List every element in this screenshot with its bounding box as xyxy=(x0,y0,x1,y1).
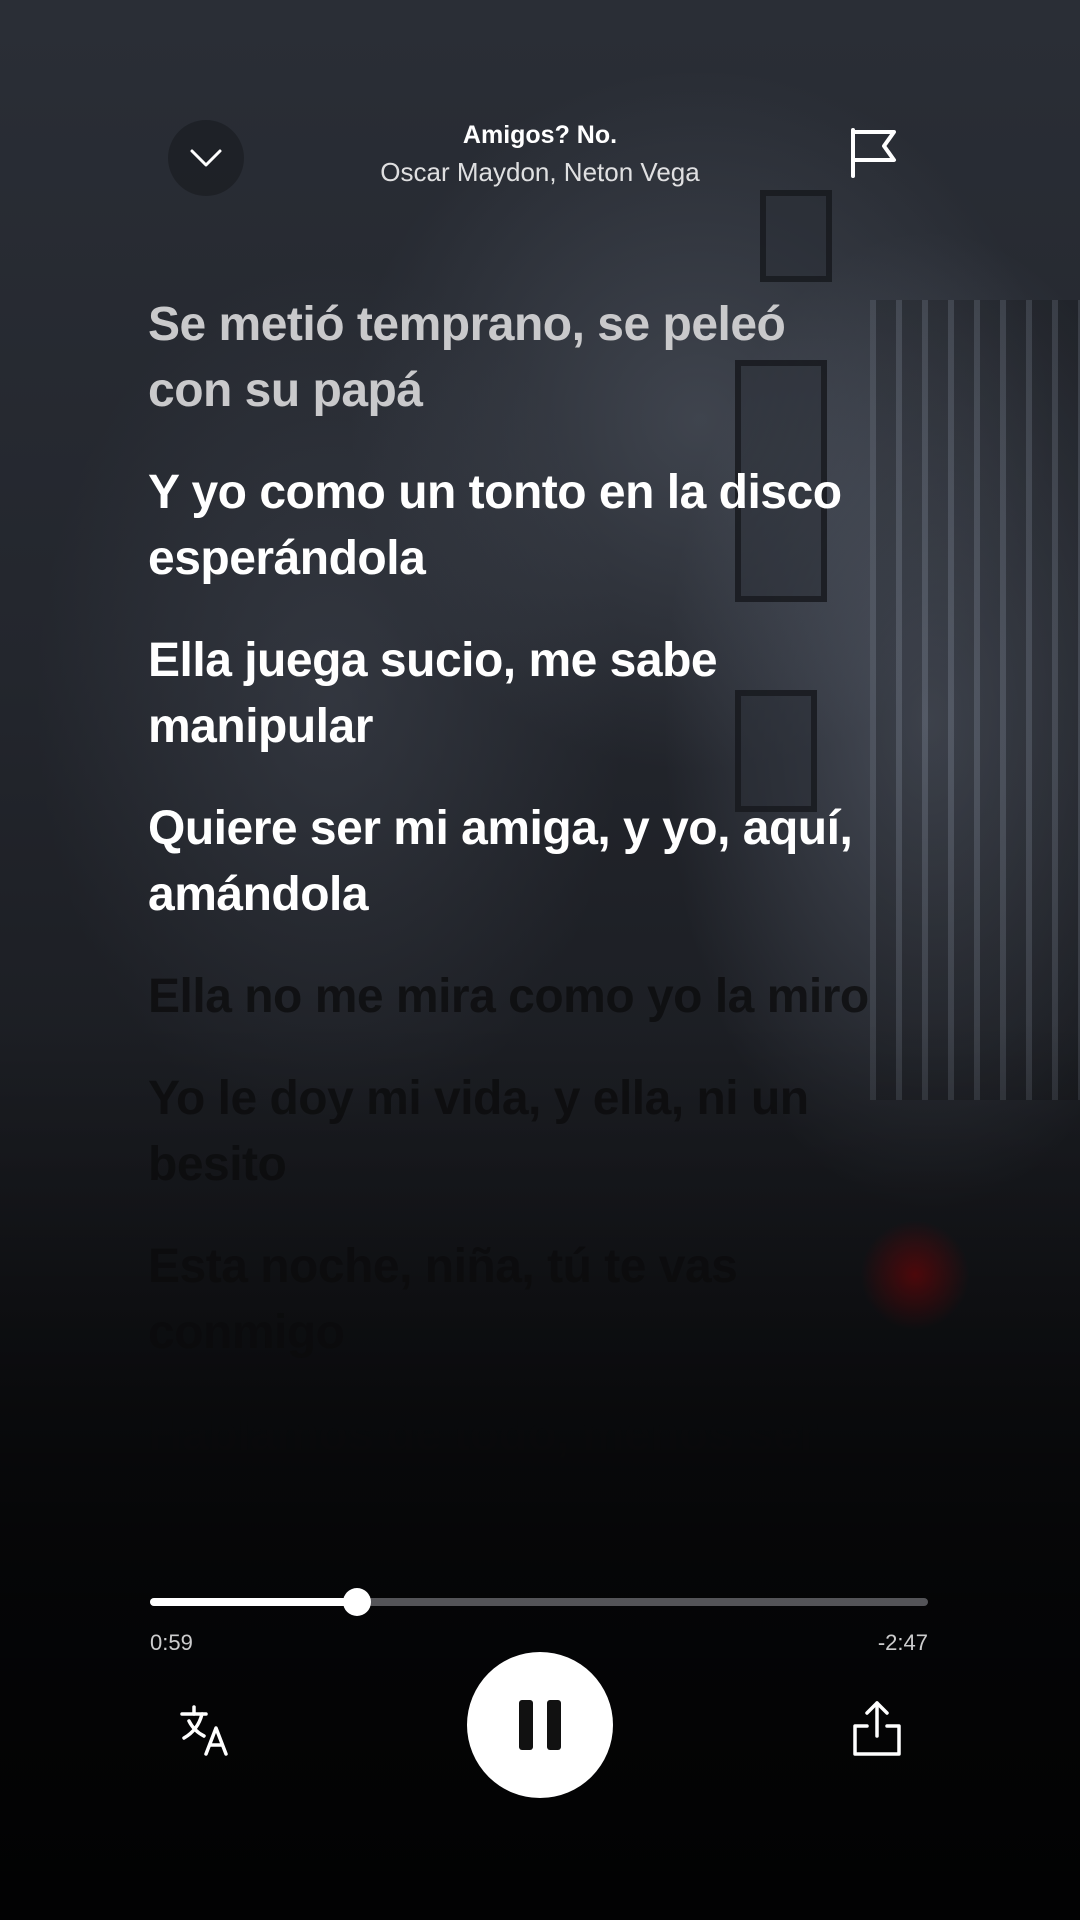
chevron-down-icon xyxy=(190,149,222,167)
pause-icon xyxy=(512,1700,568,1750)
song-title: Amigos? No. xyxy=(462,121,618,149)
lyric-text: Ella no me mira como yo la miro xyxy=(148,970,869,1023)
lyric-text: Hablamos de todo, menos ser xyxy=(148,1408,818,1461)
progress-bar[interactable] xyxy=(150,1588,928,1616)
lyrics-list: Se metió temprano, se peleó con su papá Y … xyxy=(148,292,948,1504)
lyric-text: conmigo xyxy=(148,1306,345,1359)
translate-icon xyxy=(180,1705,228,1756)
lyric-text: manipular xyxy=(148,700,373,753)
lyric-text: amándola xyxy=(148,868,369,921)
collapse-button[interactable] xyxy=(168,120,244,196)
lyrics-header: Amigos? No. Oscar Maydon, Neton Vega xyxy=(0,0,1080,220)
lyric-text: Ella juega sucio, me sabe xyxy=(148,634,718,687)
share-button[interactable] xyxy=(850,1698,904,1758)
lyric-line-7[interactable]: Esta noche, niña, tú te vas conmigo xyxy=(148,1234,948,1366)
translate-button[interactable] xyxy=(178,1702,234,1758)
lyric-text: Esta noche, niña, tú te vas xyxy=(148,1240,738,1293)
lyric-line-5[interactable]: Ella no me mira como yo la miro xyxy=(148,964,948,1030)
elapsed-time: 0:59 xyxy=(150,1630,193,1655)
report-button[interactable] xyxy=(846,124,902,180)
player-controls: 0:59 -2:47 xyxy=(0,1560,1080,1920)
remaining-time: -2:47 xyxy=(877,1630,928,1655)
flag-icon xyxy=(851,128,896,178)
lyric-line-2[interactable]: Y yo como un tonto en la disco esperándol… xyxy=(148,460,948,592)
lyric-line-3[interactable]: Ella juega sucio, me sabe manipular xyxy=(148,628,948,760)
lyric-text: Y yo como un tonto en la disco xyxy=(148,466,842,519)
now-playing-info: Amigos? No. Oscar Maydon, Neton Vega xyxy=(240,118,840,192)
lyric-text: Se metió temprano, se peleó xyxy=(148,298,786,351)
lyric-text: esperándola xyxy=(148,532,426,585)
lyric-text: besito xyxy=(148,1138,287,1191)
lyric-text: Yo le doy mi vida, y ella, ni un xyxy=(148,1072,809,1125)
lyric-line-1[interactable]: Se metió temprano, se peleó con su papá xyxy=(148,292,948,424)
progress-fill xyxy=(150,1598,357,1606)
lyric-line-6[interactable]: Yo le doy mi vida, y ella, ni un besito xyxy=(148,1066,948,1198)
lyric-text: con su papá xyxy=(148,364,423,417)
lyric-text: Quiere ser mi amiga, y yo, aquí, xyxy=(148,802,853,855)
share-icon xyxy=(853,1701,901,1756)
pause-button[interactable] xyxy=(467,1652,613,1798)
lyric-line-8[interactable]: Hablamos de todo, menos ser xyxy=(148,1402,948,1468)
lyric-line-4[interactable]: Quiere ser mi amiga, y yo, aquí, amándola xyxy=(148,796,948,928)
song-artists[interactable]: Oscar Maydon, Neton Vega xyxy=(240,152,840,192)
progress-handle[interactable] xyxy=(342,1588,371,1616)
